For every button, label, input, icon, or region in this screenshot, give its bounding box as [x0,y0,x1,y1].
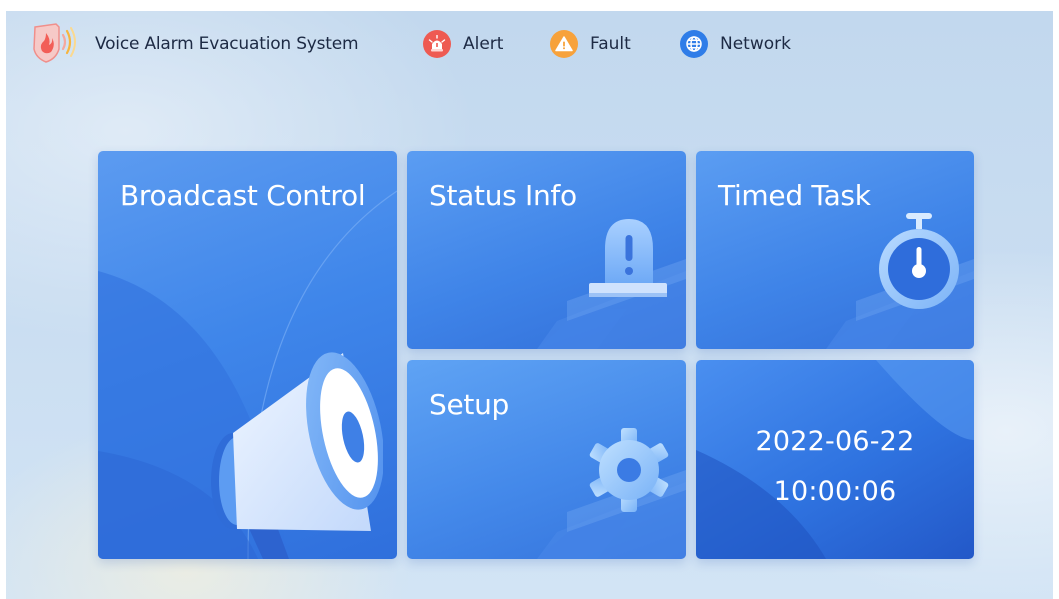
stopwatch-icon [879,213,959,309]
broadcast-control-title: Broadcast Control [120,179,366,212]
alert-label: Alert [463,34,504,54]
app-title: Voice Alarm Evacuation System [95,34,359,54]
top-status-bar: Voice Alarm Evacuation System Alert Faul… [6,11,1053,81]
timed-task-title: Timed Task [718,179,871,212]
network-label: Network [720,34,791,54]
fault-label: Fault [590,34,631,54]
home-screen: Voice Alarm Evacuation System Alert Faul… [6,11,1053,599]
setup-tile[interactable]: Setup [407,360,686,559]
network-status[interactable]: Network [680,29,791,59]
setup-title: Setup [429,388,509,421]
current-time: 10:00:06 [773,476,897,507]
tile-decoration [696,360,974,559]
broadcast-control-tile[interactable]: Broadcast Control [98,151,397,559]
alarm-beacon-icon [589,219,667,297]
alert-status[interactable]: Alert [423,29,503,59]
alarm-siren-icon [423,30,451,58]
shield-fire-speaker-logo [33,23,76,63]
timed-task-tile[interactable]: Timed Task [696,151,974,349]
fault-status[interactable]: Fault [550,29,631,59]
status-info-tile[interactable]: Status Info [407,151,686,349]
megaphone-icon [211,352,383,559]
status-info-title: Status Info [429,179,577,212]
globe-icon [680,30,708,58]
gear-icon [589,428,669,512]
datetime-tile: 2022-06-22 10:00:06 [696,360,974,559]
current-date: 2022-06-22 [755,426,915,457]
warning-triangle-icon [550,30,578,58]
